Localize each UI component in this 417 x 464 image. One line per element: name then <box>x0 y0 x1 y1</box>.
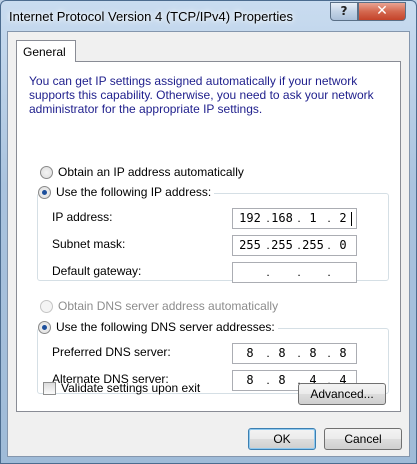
tab-general-label: General <box>23 45 66 59</box>
ip-address-group: IP address: 192 . 168 . 1 . 2 Subnet mas… <box>37 193 389 283</box>
preferred-dns-label: Preferred DNS server: <box>52 345 171 359</box>
dialog-window: Internet Protocol Version 4 (TCP/IPv4) P… <box>0 0 417 464</box>
radio-button-selected[interactable] <box>38 320 51 334</box>
tab-general[interactable]: General <box>16 40 76 62</box>
dialog-body: General You can get IP settings assigned… <box>7 31 410 457</box>
ok-button[interactable]: OK <box>248 428 316 450</box>
obtain-ip-auto-label: Obtain an IP address automatically <box>58 165 244 179</box>
validate-settings-checkbox[interactable]: Validate settings upon exit <box>43 381 200 395</box>
octet: 0 <box>339 238 347 252</box>
advanced-button[interactable]: Advanced... <box>298 383 386 405</box>
radio-button-selected[interactable] <box>38 185 51 199</box>
subnet-mask-label: Subnet mask: <box>52 237 126 251</box>
octet: 255 <box>302 238 324 252</box>
use-following-dns-radio[interactable]: Use the following DNS server addresses: <box>38 320 278 334</box>
octet: 192 <box>239 211 261 225</box>
use-following-ip-radio[interactable]: Use the following IP address: <box>38 185 215 199</box>
radio-button-disabled <box>40 299 53 313</box>
help-icon: ? <box>340 4 348 18</box>
obtain-ip-auto-radio[interactable]: Obtain an IP address automatically <box>40 165 244 179</box>
obtain-dns-auto-label: Obtain DNS server address automatically <box>58 299 279 313</box>
octet: 2 <box>339 211 347 225</box>
ip-address-label: IP address: <box>52 210 113 224</box>
default-gateway-field[interactable]: . . . <box>232 262 357 283</box>
octet: 8 <box>246 346 254 360</box>
description-text: You can get IP settings assigned automat… <box>29 74 374 116</box>
octet: 255 <box>271 238 293 252</box>
subnet-mask-field[interactable]: 255 . 255 . 255 . 0 <box>232 235 357 256</box>
close-button[interactable]: ✕ <box>358 2 406 21</box>
checkbox[interactable] <box>43 381 56 395</box>
octet: 255 <box>239 238 261 252</box>
general-panel: You can get IP settings assigned automat… <box>16 61 401 412</box>
ip-address-field[interactable]: 192 . 168 . 1 . 2 <box>232 208 357 229</box>
octet: 8 <box>278 373 286 387</box>
text-cursor <box>351 212 352 226</box>
cancel-button[interactable]: Cancel <box>324 428 402 450</box>
help-button[interactable]: ? <box>330 2 358 21</box>
radio-button[interactable] <box>40 165 53 179</box>
octet: 8 <box>246 373 254 387</box>
preferred-dns-field[interactable]: 8 . 8 . 8 . 8 <box>232 343 357 364</box>
use-following-dns-label: Use the following DNS server addresses: <box>56 320 275 334</box>
octet: 168 <box>271 211 293 225</box>
octet: 8 <box>309 346 317 360</box>
octet: 1 <box>309 211 317 225</box>
window-title: Internet Protocol Version 4 (TCP/IPv4) P… <box>9 9 293 24</box>
default-gateway-label: Default gateway: <box>52 264 142 278</box>
obtain-dns-auto-radio: Obtain DNS server address automatically <box>40 299 278 313</box>
title-bar[interactable]: Internet Protocol Version 4 (TCP/IPv4) P… <box>1 1 416 31</box>
validate-settings-label: Validate settings upon exit <box>61 381 201 395</box>
close-icon: ✕ <box>376 3 388 19</box>
use-following-ip-label: Use the following IP address: <box>56 185 212 199</box>
octet: 8 <box>339 346 347 360</box>
octet: 8 <box>278 346 286 360</box>
